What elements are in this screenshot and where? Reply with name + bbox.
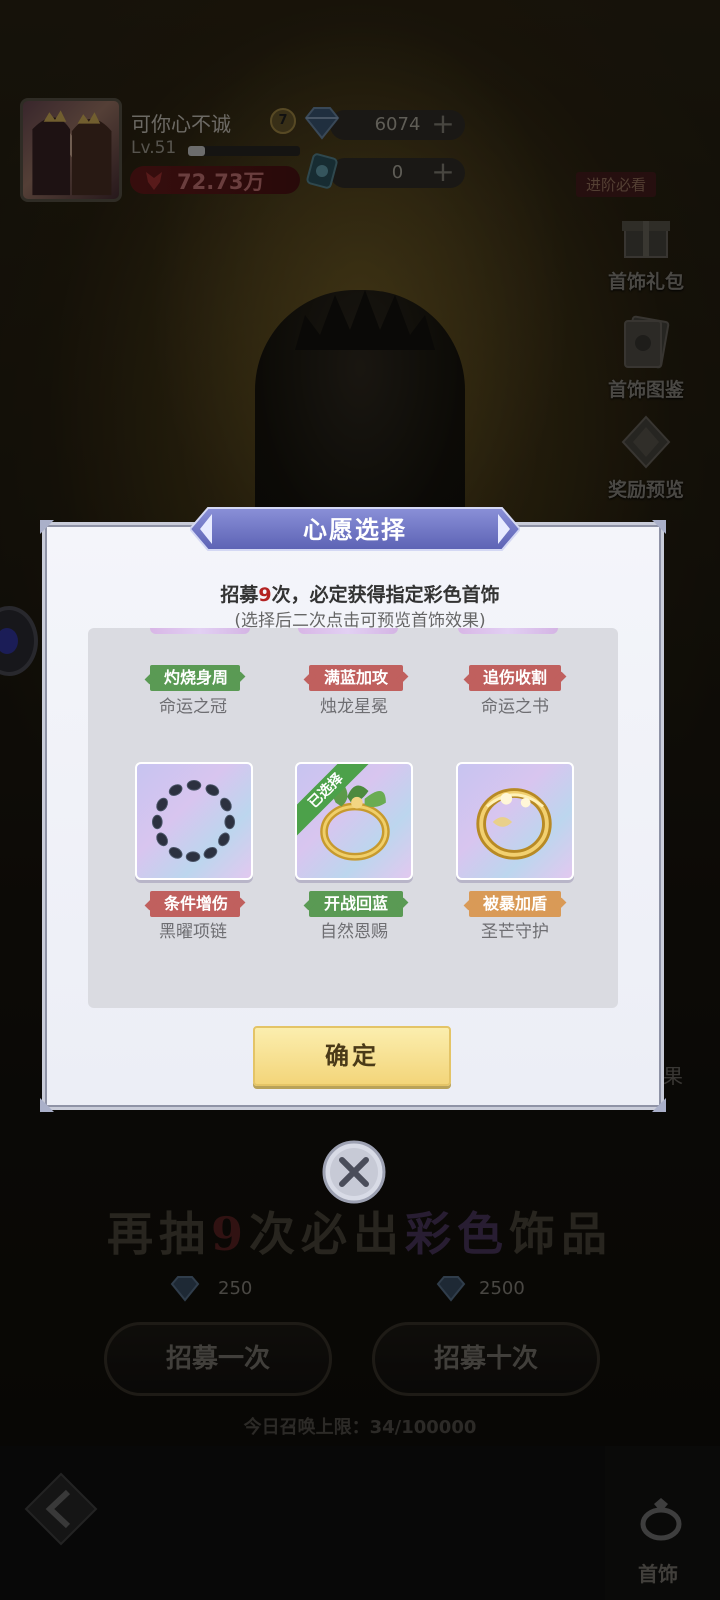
corner-ornament-icon (40, 520, 54, 534)
item-name: 自然恩赐 (320, 922, 388, 942)
item-tag: 满蓝加攻 (309, 665, 403, 691)
close-icon[interactable] (322, 1140, 386, 1204)
item-tag: 条件增伤 (150, 891, 240, 917)
item-tag: 灼烧身周 (150, 665, 240, 691)
dialog-guarantee-text: 招募9次，必定获得指定彩色首饰 (0, 580, 720, 607)
line1-prefix: 招募 (220, 584, 259, 606)
jewelry-card[interactable] (135, 762, 253, 880)
confirm-button[interactable]: 确定 (253, 1026, 451, 1086)
line1-suffix: 次，必定获得指定彩色首饰 (271, 584, 500, 606)
item-tag: 开战回蓝 (309, 891, 403, 917)
ring-leaf-icon (320, 785, 390, 861)
item-name: 命运之书 (481, 697, 549, 717)
line1-count: 9 (258, 584, 272, 606)
ring-gold-icon (476, 788, 552, 860)
card-peek (150, 628, 250, 634)
item-name: 烛龙星冕 (320, 697, 388, 717)
card-peek (298, 628, 398, 634)
necklace-icon (151, 779, 236, 863)
jewelry-card[interactable] (456, 762, 574, 880)
corner-ornament-icon (652, 1098, 666, 1112)
item-tag: 被暴加盾 (469, 891, 561, 917)
card-peek (458, 628, 558, 634)
corner-ornament-icon (40, 1098, 54, 1112)
item-name: 黑曜项链 (159, 922, 227, 942)
corner-ornament-icon (652, 520, 666, 534)
item-name: 圣芒守护 (481, 922, 549, 942)
item-tag: 追伤收割 (469, 665, 561, 691)
dialog-title: 心愿选择 (303, 516, 407, 544)
jewelry-card-selected[interactable]: 已选择 (295, 762, 413, 880)
item-name: 命运之冠 (159, 697, 227, 717)
